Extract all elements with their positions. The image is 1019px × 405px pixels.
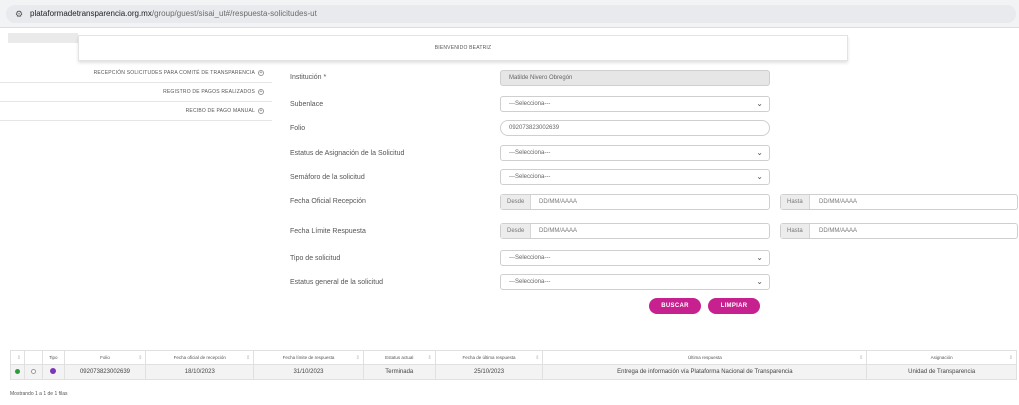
chevron-down-icon: ⌄ — [756, 148, 763, 157]
desde-addon: Desde — [501, 195, 532, 209]
chevron-down-icon: ⌄ — [756, 277, 763, 286]
estatus-asignacion-select[interactable]: ---Selecciona--- ⌄ — [500, 145, 770, 161]
fecha-oficial-label: Fecha Oficial Recepción — [290, 198, 366, 205]
col-header-asignacion[interactable]: Asignación ⇕ — [866, 350, 1017, 365]
institucion-value: Matilde Nivero Obregón — [509, 75, 573, 81]
col-header-folio[interactable]: Folio ⇕ — [63, 350, 147, 365]
tune-icon[interactable]: ⚙ — [13, 8, 25, 20]
hasta-addon: Hasta — [781, 224, 810, 238]
sort-icon[interactable]: ⇕ — [356, 355, 360, 361]
subenlace-value: ---Selecciona--- — [509, 101, 551, 107]
estatus-cell: Terminada — [362, 364, 436, 380]
sidebar-item-recibo-pago[interactable]: RECIBO DE PAGO MANUAL + — [0, 102, 272, 121]
fecha-limite-hasta-input[interactable]: Hasta DD/MM/AAAA — [780, 223, 1018, 239]
desde-addon: Desde — [501, 224, 532, 238]
date-placeholder: DD/MM/AAAA — [539, 228, 578, 234]
col-header-fecha-limite[interactable]: Fecha límite de respuesta ⇕ — [253, 350, 364, 365]
asignacion-cell: Unidad de Transparencia — [866, 364, 1017, 380]
sort-icon[interactable]: ⇕ — [859, 355, 863, 361]
sidebar-item-recepcion-comite[interactable]: RECEPCIÓN SOLICITUDES PARA COMITÉ DE TRA… — [0, 64, 272, 83]
col-header-estatus[interactable]: Estatus actual ⇕ — [362, 350, 436, 365]
table-row[interactable]: 092073823002639 18/10/2023 31/10/2023 Te… — [10, 364, 1017, 380]
status-dot-icon — [14, 368, 20, 374]
fecha-ultima-cell: 25/10/2023 — [434, 364, 544, 380]
hasta-addon: Hasta — [781, 195, 810, 209]
institucion-label: Institución * — [290, 74, 327, 81]
tipo-solicitud-label: Tipo de solicitud — [290, 255, 341, 262]
radio-icon[interactable] — [30, 368, 36, 374]
sidebar-item-label: RECEPCIÓN SOLICITUDES PARA COMITÉ DE TRA… — [93, 70, 255, 76]
date-placeholder: DD/MM/AAAA — [819, 199, 858, 205]
sidebar-item-label: RECIBO DE PAGO MANUAL — [185, 108, 255, 114]
estatus-general-select[interactable]: ---Selecciona--- ⌄ — [500, 274, 770, 290]
request-type-icon — [50, 368, 57, 374]
header-strip — [8, 33, 78, 43]
address-bar[interactable]: ⚙ plataformadetransparencia.org.mx/group… — [6, 5, 1016, 23]
expand-icon[interactable]: + — [258, 69, 264, 76]
folio-input[interactable]: 092073823002639 — [500, 120, 770, 136]
url-path: /group/guest/sisai_ut#/respuesta-solicit… — [151, 9, 317, 18]
table-header-row: ⇕ Tipo Folio ⇕ Fecha oficial de recepción… — [10, 350, 1017, 365]
estatus-general-value: ---Selecciona--- — [509, 279, 551, 285]
chevron-down-icon: ⌄ — [756, 253, 763, 262]
limpiar-button[interactable]: LIMPIAR — [708, 298, 760, 314]
col-header-tipo[interactable]: Tipo — [41, 350, 65, 365]
chevron-down-icon: ⌄ — [756, 172, 763, 181]
results-table: ⇕ Tipo Folio ⇕ Fecha oficial de recepción… — [10, 350, 1017, 380]
fecha-oficial-desde-input[interactable]: Desde DD/MM/AAAA — [500, 194, 770, 210]
folio-value: 092073823002639 — [509, 125, 560, 131]
folio-cell[interactable]: 092073823002639 — [63, 364, 147, 380]
tipo-solicitud-select[interactable]: ---Selecciona--- ⌄ — [500, 250, 770, 266]
institucion-field: Matilde Nivero Obregón — [500, 70, 770, 86]
fecha-oficial-hasta-input[interactable]: Hasta DD/MM/AAAA — [780, 194, 1018, 210]
status-cell — [10, 364, 25, 380]
welcome-banner: BIENVENIDO BEATRIZ — [78, 35, 848, 61]
semaforo-value: ---Selecciona--- — [509, 174, 551, 180]
col-header-fecha-ultima[interactable]: Fecha de última respuesta ⇕ — [434, 350, 544, 365]
tipo-cell — [41, 364, 65, 380]
browser-url-bar: ⚙ plataformadetransparencia.org.mx/group… — [0, 0, 1019, 28]
fecha-limite-cell: 31/10/2023 — [253, 364, 364, 380]
buscar-button[interactable]: BUSCAR — [649, 298, 701, 314]
estatus-general-label: Estatus general de la solicitud — [290, 279, 383, 286]
select-cell[interactable] — [23, 364, 43, 380]
sort-icon[interactable]: ⇕ — [17, 355, 21, 361]
sort-icon[interactable]: ⇕ — [427, 355, 431, 361]
fecha-recepcion-cell: 18/10/2023 — [145, 364, 255, 380]
sidebar-item-registro-pagos[interactable]: REGISTRO DE PAGOS REALIZADOS + — [0, 83, 272, 102]
url-text[interactable]: plataformadetransparencia.org.mx/group/g… — [30, 9, 317, 18]
pagination-info: Mostrando 1 a 1 de 1 filas — [10, 391, 68, 397]
semaforo-label: Semáforo de la solicitud — [290, 174, 365, 181]
tipo-solicitud-value: ---Selecciona--- — [509, 255, 551, 261]
folio-label: Folio — [290, 125, 306, 132]
col-header-ultima-respuesta[interactable]: Última respuesta ⇕ — [542, 350, 868, 365]
sidebar-menu: RECEPCIÓN SOLICITUDES PARA COMITÉ DE TRA… — [0, 64, 272, 121]
sidebar-item-label: REGISTRO DE PAGOS REALIZADOS — [163, 89, 255, 95]
expand-icon[interactable]: + — [258, 107, 264, 114]
sort-icon[interactable]: ⇕ — [1009, 355, 1013, 361]
subenlace-select[interactable]: ---Selecciona--- ⌄ — [500, 96, 770, 112]
fecha-limite-label: Fecha Límite Respuesta — [290, 228, 366, 235]
sort-icon[interactable]: ⇕ — [138, 355, 142, 361]
col-header-select[interactable] — [23, 350, 43, 365]
col-header-status[interactable]: ⇕ — [10, 350, 25, 365]
ultima-respuesta-cell: Entrega de información vía Plataforma Na… — [542, 364, 868, 380]
fecha-limite-desde-input[interactable]: Desde DD/MM/AAAA — [500, 223, 770, 239]
expand-icon[interactable]: + — [258, 88, 264, 95]
col-header-fecha-recepcion[interactable]: Fecha oficial de recepción ⇕ — [145, 350, 255, 365]
sort-icon[interactable]: ⇕ — [246, 355, 250, 361]
estatus-asignacion-label: Estatus de Asignación de la Solicitud — [290, 150, 405, 157]
url-host: plataformadetransparencia.org.mx — [30, 9, 152, 18]
sort-icon[interactable]: ⇕ — [535, 355, 539, 361]
date-placeholder: DD/MM/AAAA — [819, 228, 858, 234]
estatus-asignacion-value: ---Selecciona--- — [509, 150, 551, 156]
chevron-down-icon: ⌄ — [756, 99, 763, 108]
date-placeholder: DD/MM/AAAA — [539, 199, 578, 205]
semaforo-select[interactable]: ---Selecciona--- ⌄ — [500, 169, 770, 185]
welcome-text: BIENVENIDO BEATRIZ — [434, 45, 492, 51]
subenlace-label: Subenlace — [290, 101, 324, 108]
